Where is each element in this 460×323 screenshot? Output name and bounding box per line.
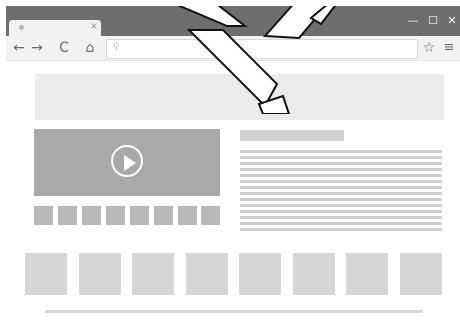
text-heading-placeholder [240,130,344,141]
text-block-placeholder [240,150,442,234]
text-line [240,216,442,219]
thumbnail-strip [34,206,220,226]
tab-close-icon[interactable]: × [89,21,99,33]
text-line [240,150,442,153]
thumbnail[interactable] [58,206,77,225]
home-icon[interactable]: ⌂ [82,40,98,56]
thumbnail[interactable] [106,206,125,225]
banner-placeholder [35,74,444,120]
reload-icon[interactable]: C [56,40,72,56]
footer-placeholder [45,310,423,313]
text-line [240,192,442,195]
thumbnail[interactable] [154,206,173,225]
text-line [240,228,442,231]
thumbnail[interactable] [34,206,53,225]
thumbnail[interactable] [82,206,101,225]
address-bar[interactable]: ⚲ [106,39,418,59]
search-icon: ⚲ [113,42,120,52]
menu-icon[interactable]: ≡ [442,40,456,56]
text-line [240,198,442,201]
minimize-button[interactable]: — [406,14,420,28]
tile[interactable] [79,253,121,295]
text-line [240,210,442,213]
tile[interactable] [293,253,335,295]
tile[interactable] [400,253,442,295]
tile[interactable] [186,253,228,295]
thumbnail[interactable] [178,206,197,225]
thumbnail[interactable] [130,206,149,225]
forward-icon[interactable]: → [29,40,45,56]
title-bar: × — ☐ ✕ [6,6,460,36]
text-line [240,168,442,171]
bookmark-star-icon[interactable]: ☆ [421,40,437,56]
tab-favicon [19,25,24,30]
close-button[interactable]: ✕ [445,14,459,28]
text-line [240,204,442,207]
tile-row [25,253,443,295]
video-placeholder[interactable] [34,129,220,196]
text-line [240,180,442,183]
page-content [6,61,460,323]
text-line [240,186,442,189]
tile[interactable] [132,253,174,295]
thumbnail[interactable] [201,206,220,225]
play-icon[interactable] [111,145,143,177]
tile[interactable] [346,253,388,295]
browser-tab[interactable]: × [9,20,101,36]
browser-toolbar: ← → C ⌂ ⚲ ☆ ≡ [6,36,460,61]
tile[interactable] [25,253,67,295]
text-line [240,222,442,225]
tile[interactable] [239,253,281,295]
maximize-button[interactable]: ☐ [426,14,440,28]
text-line [240,156,442,159]
text-line [240,162,442,165]
browser-window: × — ☐ ✕ ← → C ⌂ ⚲ ☆ ≡ [6,0,460,323]
back-icon[interactable]: ← [11,40,27,56]
text-line [240,174,442,177]
